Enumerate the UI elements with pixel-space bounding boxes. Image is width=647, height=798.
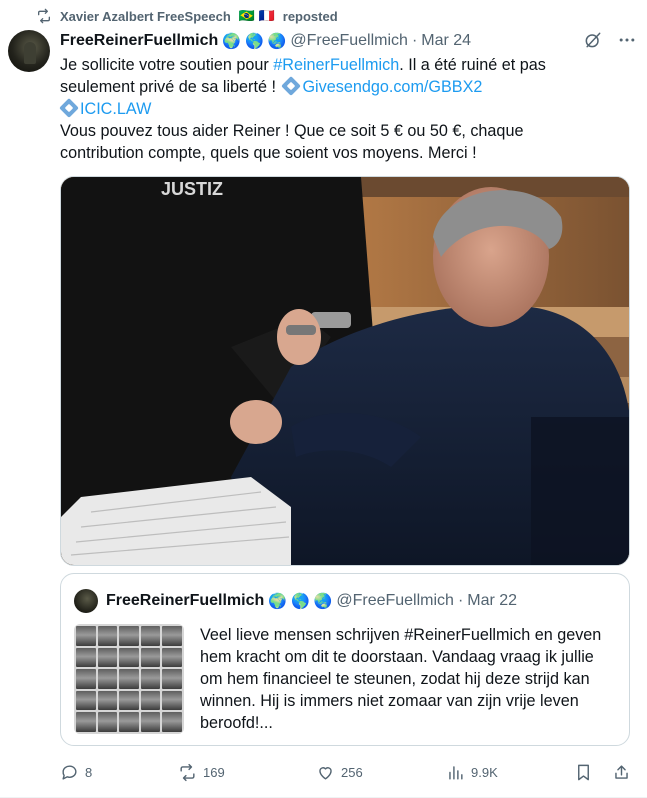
text-segment: seulement privé de sa liberté ! xyxy=(60,78,281,96)
quote-line: Veel lieve mensen schrijven #ReinerFuell… xyxy=(200,626,602,644)
tweet-line-4: Vous pouvez tous aider Reiner ! Que ce s… xyxy=(60,122,524,140)
thumb-tile xyxy=(76,647,96,668)
quote-handle[interactable]: @FreeFuellmich xyxy=(336,592,454,610)
quote-line: winnen. Hij is immers niet zomaar van zi… xyxy=(200,692,579,710)
action-bar: 8 169 256 9.9K xyxy=(60,760,636,784)
diamond-icon xyxy=(281,76,302,96)
avatar[interactable] xyxy=(8,30,50,72)
like-count: 256 xyxy=(341,764,363,780)
tweet-line-5: contribution compte, quels que soient vo… xyxy=(60,144,477,162)
text-segment: . Il a été ruiné et pas xyxy=(399,56,546,74)
thumb-tile xyxy=(119,690,139,711)
views-button[interactable]: 9.9K xyxy=(446,763,574,782)
repost-count: 169 xyxy=(203,764,225,780)
repost-button[interactable]: 169 xyxy=(178,763,316,782)
quote-avatar[interactable] xyxy=(74,589,98,613)
quote-date[interactable]: Mar 22 xyxy=(467,592,517,610)
reposter-flags: 🇧🇷 🇫🇷 xyxy=(238,8,275,23)
thumb-tile xyxy=(97,669,118,689)
icic-link[interactable]: ICIC.LAW xyxy=(80,100,151,118)
reply-count: 8 xyxy=(85,764,93,780)
tweet-line-3: ICIC.LAW xyxy=(59,98,635,120)
header-actions xyxy=(583,30,637,50)
text-segment: Je sollicite votre soutien pour xyxy=(60,56,274,74)
globe-emoji-3: 🌏 xyxy=(313,593,333,610)
quote-line: beroofd!... xyxy=(200,714,273,732)
reposter-name[interactable]: Xavier Azalbert FreeSpeech xyxy=(60,9,231,24)
quote-text: Veel lieve mensen schrijven #ReinerFuell… xyxy=(200,624,625,734)
quote-author-name[interactable]: FreeReinerFuellmich xyxy=(106,592,264,610)
tweet-line-1: Je sollicite votre soutien pour #ReinerF… xyxy=(60,54,635,76)
tweet-text: Je sollicite votre soutien pour #ReinerF… xyxy=(59,54,635,164)
tweet-photo[interactable]: JUSTIZ xyxy=(60,176,630,566)
repost-context[interactable]: Xavier Azalbert FreeSpeech 🇧🇷 🇫🇷 reposte… xyxy=(36,6,338,26)
repost-icon xyxy=(38,8,50,24)
thumb-tile xyxy=(119,626,139,646)
thumb-tile xyxy=(97,690,118,711)
heart-icon xyxy=(319,766,332,780)
author-handle[interactable]: @FreeFuellmich xyxy=(290,32,408,50)
thumb-tile xyxy=(97,712,118,732)
reply-button[interactable]: 8 xyxy=(60,763,178,782)
views-chart-icon xyxy=(449,765,463,780)
hashtag-link[interactable]: #ReinerFuellmich xyxy=(273,56,399,74)
quote-header: FreeReinerFuellmich 🌍 🌎 🌏 @FreeFuellmich… xyxy=(106,589,517,613)
separator-dot: · xyxy=(457,592,464,609)
globe-emoji-1: 🌍 xyxy=(268,593,287,610)
globe-emoji-2: 🌎 xyxy=(244,33,264,50)
share-icon xyxy=(615,764,628,779)
quoted-tweet[interactable]: FreeReinerFuellmich 🌍 🌎 🌏 @FreeFuellmich… xyxy=(60,573,630,746)
thumb-tile xyxy=(140,690,161,711)
thumb-tile xyxy=(97,626,118,646)
globe-emoji-1: 🌍 xyxy=(222,33,241,50)
thumb-tile xyxy=(162,669,182,689)
bookmark-icon xyxy=(578,764,589,780)
author-name[interactable]: FreeReinerFuellmich xyxy=(60,32,218,50)
tweet-date[interactable]: Mar 24 xyxy=(421,32,471,50)
views-count: 9.9K xyxy=(471,764,498,780)
thumb-tile xyxy=(140,712,161,732)
separator-dot: · xyxy=(411,32,418,49)
globe-emoji-3: 🌏 xyxy=(267,33,287,50)
bookmark-button[interactable] xyxy=(574,763,612,782)
vest-text: JUSTIZ xyxy=(161,179,223,199)
thumb-tile xyxy=(119,712,139,732)
thumb-tile xyxy=(162,690,182,711)
tweet-line-2: seulement privé de sa liberté ! Givesend… xyxy=(60,76,635,98)
thumb-tile xyxy=(97,647,118,668)
thumb-tile xyxy=(76,669,96,689)
tweet-header: FreeReinerFuellmich 🌍 🌎 🌏 @FreeFuellmich… xyxy=(60,30,567,52)
repost-label: reposted xyxy=(282,8,338,24)
thumb-tile xyxy=(119,647,139,668)
diamond-icon xyxy=(59,98,79,118)
reply-icon xyxy=(62,764,77,780)
thumb-tile xyxy=(162,712,182,732)
like-button[interactable]: 256 xyxy=(316,763,446,782)
share-button[interactable] xyxy=(612,763,631,782)
givesendgo-link[interactable]: Givesendgo.com/GBBX2 xyxy=(302,78,482,96)
globe-emoji-2: 🌎 xyxy=(290,593,310,610)
thumb-tile xyxy=(162,647,182,668)
grok-icon[interactable] xyxy=(583,30,603,50)
thumb-tile xyxy=(119,669,139,689)
thumb-tile xyxy=(76,626,96,646)
thumb-tile xyxy=(162,626,182,646)
thumb-tile xyxy=(76,690,96,711)
quote-line: om hem financieel te steunen, zodat hij … xyxy=(200,670,590,688)
thumb-tile xyxy=(140,647,161,668)
more-options-icon[interactable] xyxy=(617,30,637,50)
thumb-tile xyxy=(76,712,96,732)
thumb-tile xyxy=(140,669,161,689)
thumb-tile xyxy=(140,626,161,646)
quote-thumbnail[interactable] xyxy=(74,624,184,734)
quote-line: hem kracht om dit te doorstaan. Vandaag … xyxy=(200,648,594,666)
repost-icon xyxy=(180,763,195,781)
photo-illustration: JUSTIZ xyxy=(61,177,629,565)
